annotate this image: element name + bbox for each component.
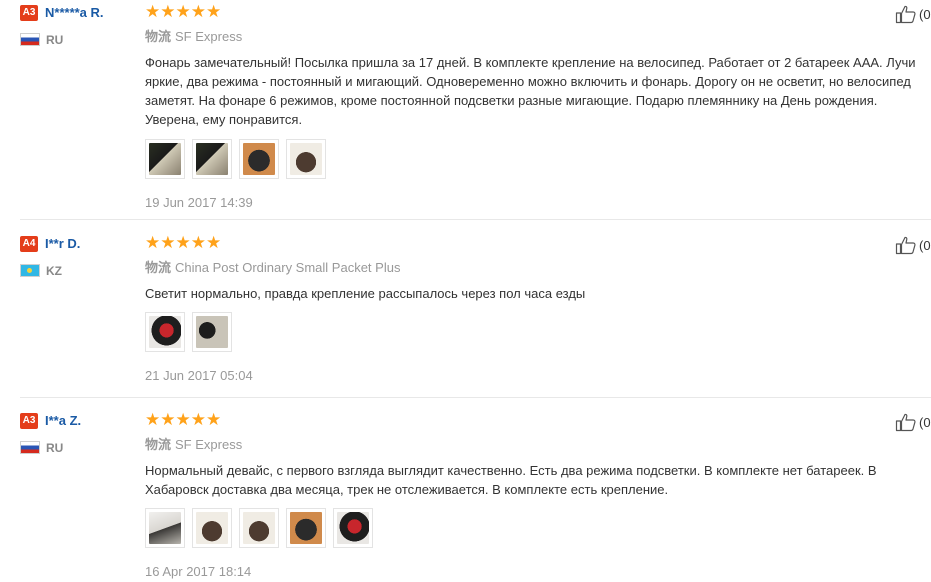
thumbs-up-icon — [895, 5, 916, 24]
review-body: ★★★★★ 物流 China Post Ordinary Small Packet… — [145, 234, 920, 383]
review-photo-thumbnail[interactable] — [145, 312, 185, 352]
helpful-button[interactable]: (0 — [895, 412, 931, 432]
country-code: KZ — [46, 263, 62, 278]
review-photos — [145, 312, 920, 354]
logistics-label: 物流 — [145, 29, 172, 44]
russia-flag-icon — [20, 441, 40, 455]
russia-flag-icon — [20, 33, 40, 47]
thumbs-up-icon — [895, 413, 916, 432]
review-text: Нормальный девайс, с первого взгляда выг… — [145, 463, 877, 497]
reviewer-info: A3 N*****a R. RU — [20, 4, 104, 49]
review-photo-thumbnail[interactable] — [145, 508, 185, 548]
review-divider — [20, 219, 931, 220]
shipping-method: 物流 China Post Ordinary Small Packet Plus — [145, 257, 920, 276]
country-code: RU — [46, 32, 64, 47]
review-photo-thumbnail[interactable] — [239, 508, 279, 548]
review-date: 16 Apr 2017 18:14 — [145, 564, 252, 579]
review-photo-thumbnail[interactable] — [286, 508, 326, 548]
shipping-carrier: China Post Ordinary Small Packet Plus — [175, 260, 401, 275]
shipping-carrier: SF Express — [175, 437, 243, 452]
review-photo-thumbnail[interactable] — [333, 508, 373, 548]
buyer-level-badge: A4 — [20, 235, 38, 252]
review-date: 21 Jun 2017 05:04 — [145, 368, 253, 383]
logistics-label: 物流 — [145, 260, 172, 275]
helpful-count: (0 — [919, 414, 931, 430]
review-photo-thumbnail[interactable] — [286, 139, 326, 179]
star-rating: ★★★★★ — [145, 410, 222, 429]
buyer-level-badge: A3 — [20, 4, 38, 21]
helpful-count: (0 — [919, 6, 931, 22]
review-body: ★★★★★ 物流 SF Express Нормальный девайс, с … — [145, 411, 920, 579]
review-photo-thumbnail[interactable] — [192, 508, 232, 548]
shipping-method: 物流 SF Express — [145, 26, 920, 45]
reviewer-info: A3 I**a Z. RU — [20, 412, 81, 457]
review-divider — [20, 397, 931, 398]
shipping-carrier: SF Express — [175, 29, 243, 44]
review-photos — [145, 139, 920, 181]
helpful-button[interactable]: (0 — [895, 235, 931, 255]
thumbs-up-icon — [895, 236, 916, 255]
review-body: ★★★★★ 物流 SF Express Фонарь замечательный!… — [145, 3, 920, 210]
helpful-count: (0 — [919, 237, 931, 253]
shipping-method: 物流 SF Express — [145, 434, 920, 453]
reviewer-name[interactable]: I**a Z. — [45, 413, 81, 428]
country-code: RU — [46, 440, 64, 455]
reviewer-info: A4 I**r D. KZ — [20, 235, 80, 280]
review-text: Фонарь замечательный! Посылка пришла за … — [145, 55, 916, 127]
review-text: Светит нормально, правда крепление рассы… — [145, 286, 586, 301]
review-photos — [145, 508, 920, 550]
helpful-button[interactable]: (0 — [895, 4, 931, 24]
review-photo-thumbnail[interactable] — [145, 139, 185, 179]
buyer-level-badge: A3 — [20, 412, 38, 429]
review-photo-thumbnail[interactable] — [239, 139, 279, 179]
reviewer-name[interactable]: I**r D. — [45, 236, 80, 251]
reviewer-name[interactable]: N*****a R. — [45, 5, 104, 20]
star-rating: ★★★★★ — [145, 2, 222, 21]
review-date: 19 Jun 2017 14:39 — [145, 195, 253, 210]
star-rating: ★★★★★ — [145, 233, 222, 252]
logistics-label: 物流 — [145, 437, 172, 452]
review-photo-thumbnail[interactable] — [192, 139, 232, 179]
review-photo-thumbnail[interactable] — [192, 312, 232, 352]
kazakhstan-flag-icon — [20, 264, 40, 278]
